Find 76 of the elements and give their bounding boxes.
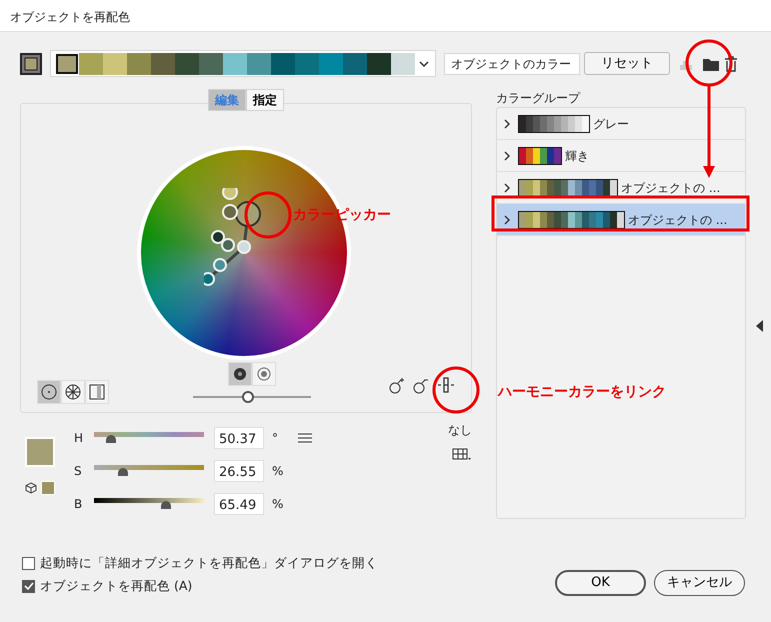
view-toggle-button[interactable]	[37, 380, 61, 404]
add-color-icon[interactable]	[389, 376, 405, 394]
swatch-icon[interactable]	[20, 52, 42, 74]
unit-label: °	[272, 430, 279, 446]
color-group-row[interactable]: グレー	[497, 108, 745, 140]
chevron-icon[interactable]	[503, 214, 511, 224]
smooth-icon	[40, 383, 58, 401]
ok-button[interactable]: OK	[555, 570, 646, 596]
color-swatch-bar[interactable]	[50, 50, 436, 77]
checkbox-label: オブジェクトを再配色 (A)	[40, 576, 192, 595]
segmented-icon	[64, 383, 82, 401]
cancel-button[interactable]: キャンセル	[654, 570, 745, 596]
group-name: オブジェクトの ...	[628, 212, 728, 228]
group-name-field[interactable]: オブジェクトのカラー	[444, 52, 580, 74]
color-swatch[interactable]	[79, 52, 103, 74]
color-swatch[interactable]	[127, 52, 151, 74]
annotation-circle	[244, 192, 292, 238]
color-grid-icon[interactable]	[452, 447, 472, 461]
collapse-arrow-icon[interactable]	[755, 320, 763, 332]
color-swatch[interactable]	[343, 52, 367, 74]
current-color-swatch	[25, 437, 55, 467]
annotation-circle	[432, 366, 480, 414]
bars-icon	[88, 383, 106, 401]
channel-label: H	[74, 430, 84, 446]
view-toggle-button[interactable]	[252, 362, 276, 386]
channel-label: S	[74, 462, 83, 480]
color-swatch[interactable]	[151, 52, 175, 74]
color-swatch[interactable]	[247, 52, 271, 74]
color-swatch[interactable]	[319, 52, 343, 74]
value-field[interactable]: 26.55	[214, 460, 264, 482]
view-toggle-button[interactable]	[85, 380, 109, 404]
color-swatch[interactable]	[199, 52, 223, 74]
checkbox-label: 起動時に「詳細オブジェクトを再配色」ダイアログを開く	[40, 554, 378, 572]
window-title: オブジェクトを再配色	[0, 0, 771, 32]
color-swatch[interactable]	[391, 52, 415, 74]
color-swatch[interactable]	[223, 52, 247, 74]
reset-button[interactable]: リセット	[584, 52, 670, 76]
value-field[interactable]: 50.37	[214, 426, 264, 448]
group-name: 輝き	[565, 148, 589, 164]
chevron-icon[interactable]	[503, 182, 511, 192]
brightness-icon	[231, 365, 249, 383]
tab[interactable]: 指定	[246, 89, 284, 111]
menu-icon[interactable]	[298, 433, 312, 444]
color-swatch[interactable]	[175, 52, 199, 74]
color-swatch[interactable]	[295, 52, 319, 74]
gamut-color-swatch[interactable]	[41, 481, 55, 495]
slider-thumb[interactable]	[106, 434, 116, 442]
color-swatch[interactable]	[271, 52, 295, 74]
unit-label: %	[272, 462, 284, 480]
color-swatch[interactable]	[367, 52, 391, 74]
view-toggle-button[interactable]	[61, 380, 85, 404]
chevron-icon[interactable]	[503, 150, 511, 160]
value-field[interactable]: 65.49	[214, 492, 264, 514]
view-toggle-button[interactable]	[228, 362, 252, 386]
slider-thumb[interactable]	[118, 468, 128, 476]
unit-label: %	[272, 496, 284, 512]
color-group-row[interactable]: オブジェクトの ...	[497, 204, 745, 236]
checkbox[interactable]	[22, 556, 35, 570]
annotation-circle	[686, 40, 732, 86]
color-groups-heading: カラーグループ	[496, 90, 582, 107]
annotation-label: ハーモニーカラーをリンク	[498, 383, 666, 402]
link-icon[interactable]	[437, 376, 455, 394]
group-name: グレー	[593, 116, 629, 132]
color-swatch[interactable]	[103, 52, 127, 74]
group-name: オブジェクトの ...	[621, 180, 720, 196]
slider-thumb[interactable]	[160, 500, 170, 508]
color-group-row[interactable]: 輝き	[497, 140, 745, 172]
channel-label: B	[74, 496, 84, 512]
cube-icon[interactable]	[25, 482, 37, 494]
checkbox[interactable]	[22, 580, 35, 593]
saturation-icon	[255, 365, 273, 383]
trash-icon[interactable]	[724, 56, 738, 72]
harmony-link-label: なし	[448, 422, 472, 439]
slider-thumb[interactable]	[242, 391, 254, 403]
color-swatch[interactable]	[55, 52, 79, 74]
chevron-icon[interactable]	[503, 118, 511, 128]
